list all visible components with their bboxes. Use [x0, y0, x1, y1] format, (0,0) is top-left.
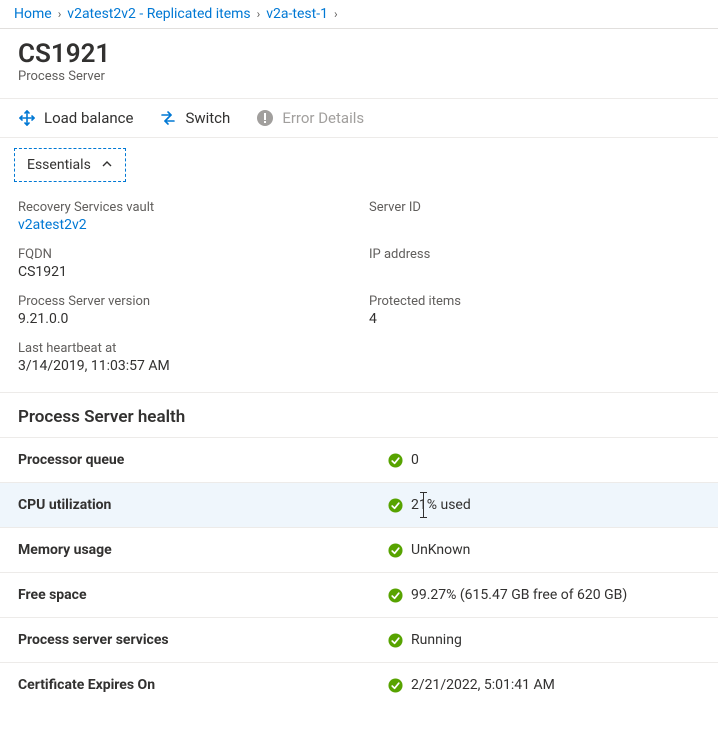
- process-server-health-section: Process Server health Processor queue 0 CP…: [0, 392, 718, 707]
- health-row-value: 0: [388, 452, 419, 468]
- health-row-value-text: 0: [411, 452, 419, 468]
- switch-icon: [159, 109, 177, 127]
- essentials-ip-address: IP address: [369, 247, 700, 280]
- health-row-label: Free space: [18, 587, 388, 603]
- toolbar: Load balance Switch Err: [0, 98, 718, 138]
- load-balance-button[interactable]: Load balance: [18, 109, 133, 127]
- essentials-toggle-label: Essentials: [27, 157, 91, 173]
- page-title: CS1921: [18, 39, 700, 69]
- health-row-value-text: 2/21/2022, 5:01:41 AM: [411, 677, 555, 693]
- text-cursor-icon: 1: [419, 497, 427, 513]
- health-row[interactable]: Free space 99.27% (615.47 GB free of 620 …: [0, 572, 718, 617]
- status-ok-icon: [388, 543, 403, 558]
- status-ok-icon: [388, 633, 403, 648]
- health-row[interactable]: Certificate Expires On 2/21/2022, 5:01:41…: [0, 662, 718, 707]
- load-balance-label: Load balance: [44, 109, 133, 127]
- essentials-value: CS1921: [18, 264, 349, 280]
- breadcrumb-link-vault[interactable]: v2atest2v2 - Replicated items: [67, 6, 250, 22]
- chevron-right-icon: ›: [334, 7, 338, 21]
- essentials-label: Protected items: [369, 294, 700, 309]
- health-heading: Process Server health: [18, 407, 700, 427]
- chevron-right-icon: ›: [257, 7, 261, 21]
- status-ok-icon: [388, 498, 403, 513]
- health-row[interactable]: Processor queue 0: [0, 437, 718, 482]
- health-row[interactable]: Process server services Running: [0, 617, 718, 662]
- health-row[interactable]: Memory usage UnKnown: [0, 527, 718, 572]
- chevron-right-icon: ›: [58, 7, 62, 21]
- essentials-label: Last heartbeat at: [18, 341, 700, 356]
- status-ok-icon: [388, 588, 403, 603]
- essentials-panel: Recovery Services vault v2atest2v2 Serve…: [0, 182, 718, 392]
- health-row-value-text: 21% used: [411, 497, 471, 513]
- essentials-toggle[interactable]: Essentials: [14, 148, 126, 182]
- essentials-value: 9.21.0.0: [18, 311, 349, 327]
- health-row-value-text: 99.27% (615.47 GB free of 620 GB): [411, 587, 627, 603]
- essentials-protected-items: Protected items 4: [369, 294, 700, 327]
- breadcrumb: Home › v2atest2v2 - Replicated items › v…: [0, 0, 718, 29]
- load-balance-icon: [18, 109, 36, 127]
- essentials-label: Server ID: [369, 200, 700, 215]
- health-row-value: Running: [388, 632, 462, 648]
- health-row-value-text: Running: [411, 632, 462, 648]
- health-row[interactable]: CPU utilization 21% used: [0, 482, 718, 527]
- essentials-value: 3/14/2019, 11:03:57 AM: [18, 358, 700, 374]
- breadcrumb-link-home[interactable]: Home: [14, 6, 52, 22]
- health-row-value: 21% used: [388, 497, 471, 513]
- page-header: CS1921 Process Server: [0, 29, 718, 98]
- essentials-last-heartbeat: Last heartbeat at 3/14/2019, 11:03:57 AM: [18, 341, 700, 374]
- error-details-button: Error Details: [256, 109, 364, 127]
- health-row-label: Process server services: [18, 632, 388, 648]
- chevron-up-icon: [101, 158, 113, 173]
- error-details-label: Error Details: [282, 109, 364, 127]
- switch-label: Switch: [185, 109, 230, 127]
- essentials-label: IP address: [369, 247, 700, 262]
- essentials-server-id: Server ID: [369, 200, 700, 233]
- health-row-label: CPU utilization: [18, 497, 388, 513]
- health-row-label: Processor queue: [18, 452, 388, 468]
- breadcrumb-link-item[interactable]: v2a-test-1: [266, 6, 328, 22]
- essentials-value-link[interactable]: v2atest2v2: [18, 217, 349, 233]
- essentials-label: Recovery Services vault: [18, 200, 349, 215]
- essentials-label: Process Server version: [18, 294, 349, 309]
- essentials-label: FQDN: [18, 247, 349, 262]
- health-row-value-text: UnKnown: [411, 542, 470, 558]
- switch-button[interactable]: Switch: [159, 109, 230, 127]
- essentials-ps-version: Process Server version 9.21.0.0: [18, 294, 349, 327]
- health-row-value: 2/21/2022, 5:01:41 AM: [388, 677, 555, 693]
- status-ok-icon: [388, 453, 403, 468]
- essentials-recovery-vault: Recovery Services vault v2atest2v2: [18, 200, 349, 233]
- essentials-fqdn: FQDN CS1921: [18, 247, 349, 280]
- health-row-label: Certificate Expires On: [18, 677, 388, 693]
- error-icon: [256, 109, 274, 127]
- health-row-label: Memory usage: [18, 542, 388, 558]
- health-row-value: UnKnown: [388, 542, 470, 558]
- page-subtitle: Process Server: [18, 69, 700, 84]
- status-ok-icon: [388, 678, 403, 693]
- health-row-value: 99.27% (615.47 GB free of 620 GB): [388, 587, 627, 603]
- essentials-value: 4: [369, 311, 700, 327]
